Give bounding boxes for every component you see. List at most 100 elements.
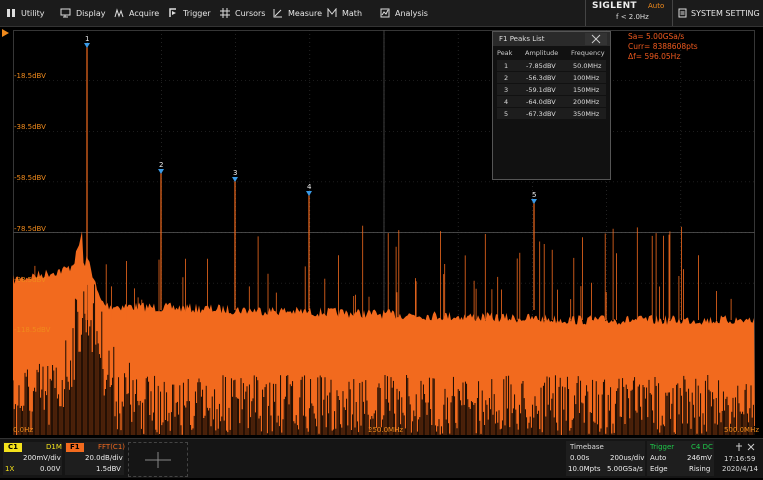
channel-ref-marker[interactable] [2,29,12,37]
trigger-source: C4 DC [691,443,713,451]
timebase-title: Timebase [570,443,604,451]
peaks-row: 3 -59.1dBV 150MHz [497,84,606,95]
y-axis-label: -38.5dBV [14,123,46,131]
system-setting-label: SYSTEM SETTING [691,8,760,18]
analysis-icon [380,8,390,18]
peak-index: 1 [504,62,509,70]
peak-amplitude: -59.1dBV [526,86,556,94]
peaks-header-amplitude: Amplitude [525,49,559,57]
trigger-slope: Rising [689,465,711,473]
menu-analysis-label: Analysis [395,8,428,18]
plus-icon [145,452,171,468]
waveform-display[interactable]: 1 2 3 4 5 [13,30,755,435]
peak-index: 5 [504,110,509,118]
trigger-level: 246mV [687,454,712,462]
menu-math[interactable]: Math [327,0,362,26]
sample-rate: Sa= 5.00GSa/s [628,32,685,41]
trigger-type: Edge [650,465,668,473]
menu-utility-label: Utility [21,8,45,18]
menu-display[interactable]: Display [60,0,106,26]
menu-cursors[interactable]: Cursors [220,0,265,26]
trigger-status: Auto [648,2,665,10]
f1-source: FFT(C1) [98,443,126,451]
y-axis-label: -18.5dBV [14,72,46,80]
menu-measure-label: Measure [288,8,322,18]
utility-icon [7,9,15,17]
separator [672,0,673,26]
trigger-box[interactable]: Trigger C4 DC Auto 246mV Edge Rising [647,441,714,476]
clock-date: 2020/4/14 [722,465,758,473]
peak-amplitude: -7.85dBV [526,62,556,70]
document-icon [678,8,687,18]
peak-index: 4 [504,98,509,106]
peak-marker-label: 3 [233,169,237,177]
menu-acquire[interactable]: Acquire [114,0,159,26]
trigger-frequency: f < 2.0Hz [616,13,649,21]
peak-frequency: 50.0MHz [573,62,602,70]
top-menu-bar: Utility Display Acquire Trigger Cursors … [0,0,763,27]
peak-frequency: 350MHz [573,110,600,118]
usb-icon [736,443,755,451]
c1-coupling: D1M [46,443,62,451]
timebase-points: 10.0Mpts [568,465,601,473]
menu-analysis[interactable]: Analysis [380,0,428,26]
y-axis-label: -58.5dBV [14,174,46,182]
x-axis-label-right: 500.0MHz [724,426,760,434]
close-icon[interactable] [585,33,607,45]
acquire-icon [114,8,124,18]
peaks-list-panel[interactable]: F1 Peaks List Peak Amplitude Frequency 1… [492,31,611,180]
timebase-sample-rate: 5.00GSa/s [607,465,643,473]
peak-amplitude: -67.3dBV [526,110,556,118]
peak-amplitude: -64.0dBV [526,98,556,106]
trigger-title: Trigger [650,443,675,451]
menu-cursors-label: Cursors [235,8,266,18]
acquisition-info: Sa= 5.00GSa/s Curr= 8388608pts Δf= 596.0… [628,32,698,62]
peak-marker-label: 2 [159,161,163,169]
frequency-resolution: Δf= 596.05Hz [628,52,681,61]
menu-utility[interactable]: Utility [6,0,45,26]
brand-logo: SIGLENT [592,1,637,11]
clock-time: 17:16:59 [724,455,756,463]
separator [585,0,586,26]
peaks-row: 2 -56.3dBV 100MHz [497,72,606,83]
menu-acquire-label: Acquire [129,8,160,18]
measure-icon [273,9,282,18]
peaks-row: 5 -67.3dBV 350MHz [497,108,606,119]
current-points: Curr= 8388608pts [628,42,698,51]
system-setting-button[interactable]: SYSTEM SETTING [678,0,760,26]
display-icon [60,8,71,18]
peaks-title-bar[interactable]: F1 Peaks List [493,32,610,46]
c1-scale: 200mV/div [23,454,61,462]
peak-amplitude: -56.3dBV [526,74,556,82]
peaks-header-peak: Peak [497,49,513,57]
x-axis-label-center: 250.0MHz [368,426,404,434]
y-axis-label: -98.5dBV [14,276,46,284]
trigger-icon [169,8,176,17]
add-channel-button[interactable] [128,442,188,477]
c1-channel-box[interactable]: C1 D1M 200mV/div 1X 0.00V [3,442,62,475]
menu-display-label: Display [76,8,106,18]
f1-reference: 1.5dBV [96,465,121,473]
menu-trigger-label: Trigger [183,8,211,18]
peaks-title: F1 Peaks List [499,35,545,43]
x-axis-label-left: 0.0Hz [13,426,34,434]
peak-frequency: 100MHz [573,74,600,82]
peak-frequency: 150MHz [573,86,600,94]
math-icon [327,8,337,17]
peaks-row: 1 -7.85dBV 50.0MHz [497,60,606,71]
menu-measure[interactable]: Measure [273,0,322,26]
f1-label: F1 [70,443,80,451]
y-axis-label: -118.5dBV [14,326,51,334]
f1-channel-box[interactable]: F1 FFT(C1) 20.0dB/div 1.5dBV [65,442,126,475]
peak-marker-label: 4 [307,183,312,191]
c1-offset: 0.00V [40,465,61,473]
bottom-status-bar: C1 D1M 200mV/div 1X 0.00V F1 FFT(C1) 20.… [0,438,763,478]
peak-frequency: 200MHz [573,98,600,106]
menu-trigger[interactable]: Trigger [168,0,211,26]
peaks-row: 4 -64.0dBV 200MHz [497,96,606,107]
peak-marker-label: 5 [532,191,536,199]
timebase-box[interactable]: Timebase 0.00s 200us/div 10.0Mpts 5.00GS… [566,441,645,476]
y-axis-label: -78.5dBV [14,225,46,233]
f1-scale: 20.0dB/div [85,454,123,462]
timebase-delay: 0.00s [570,454,590,462]
